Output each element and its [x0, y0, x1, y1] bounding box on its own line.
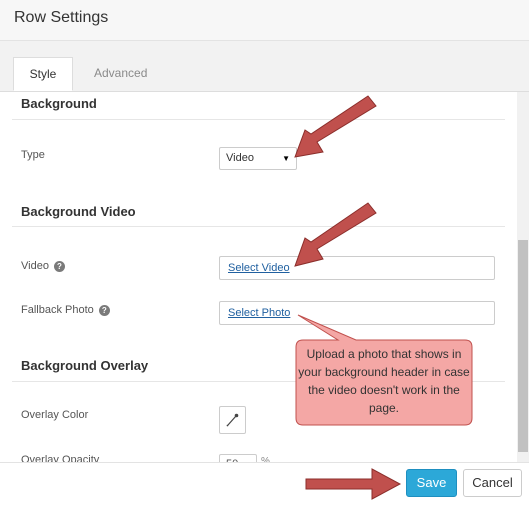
arrow-icon [305, 468, 402, 500]
arrow-icon [294, 95, 377, 158]
annotation-arrows [294, 95, 402, 500]
arrow-icon [294, 202, 377, 267]
